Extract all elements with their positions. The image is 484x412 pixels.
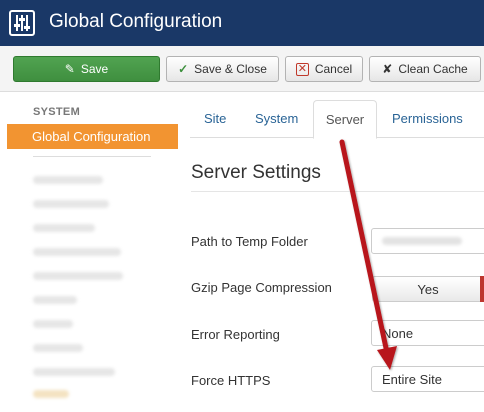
sidebar-divider [33, 156, 151, 157]
sidebar-item-blurred[interactable] [33, 320, 73, 328]
temp-folder-input[interactable] [371, 228, 484, 254]
gzip-yes-toggle[interactable]: Yes [372, 276, 484, 302]
save-close-label: Save & Close [194, 62, 267, 76]
save-label: Save [80, 62, 109, 76]
sidebar-item-blurred[interactable] [33, 248, 121, 256]
save-close-button[interactable]: ✓ Save & Close [166, 56, 279, 82]
error-reporting-label: Error Reporting [191, 327, 280, 342]
sidebar-item-blurred[interactable] [33, 368, 115, 376]
check-icon: ✓ [178, 62, 189, 76]
gzip-label: Gzip Page Compression [191, 280, 332, 295]
clean-cache-label: Clean Cache [398, 62, 468, 76]
sidebar-item-blurred[interactable] [33, 344, 83, 352]
tab-server[interactable]: Server [313, 100, 377, 139]
page-title: Global Configuration [49, 11, 223, 32]
sidebar: SYSTEM Global Configuration [0, 92, 180, 412]
save-button[interactable]: ✎ Save [13, 56, 160, 82]
sidebar-item-blurred[interactable] [33, 296, 77, 304]
section-divider [191, 191, 484, 192]
sidebar-item-blurred[interactable] [33, 176, 103, 184]
force-https-label: Force HTTPS [191, 373, 271, 388]
sidebar-item-blurred[interactable] [33, 200, 109, 208]
gzip-no-toggle-edge[interactable] [480, 276, 484, 302]
sidebar-heading: SYSTEM [33, 106, 81, 118]
broom-icon: ✘ [382, 62, 393, 76]
error-reporting-select[interactable]: None [371, 320, 484, 346]
sidebar-item-blurred[interactable] [33, 272, 123, 280]
app-header: Global Configuration [0, 0, 484, 46]
cancel-button[interactable]: ✕ Cancel [285, 56, 363, 82]
tab-system[interactable]: System [255, 100, 298, 138]
temp-folder-label: Path to Temp Folder [191, 234, 308, 249]
tab-bar: Site System Server Permissions [190, 100, 484, 139]
section-title: Server Settings [191, 162, 321, 183]
clean-cache-button[interactable]: ✘ Clean Cache [369, 56, 481, 82]
force-https-select[interactable]: Entire Site [371, 366, 484, 392]
sidebar-item-blurred[interactable] [33, 390, 69, 398]
tab-site[interactable]: Site [204, 100, 226, 138]
sidebar-item-blurred[interactable] [33, 224, 95, 232]
sidebar-item-global-configuration[interactable]: Global Configuration [7, 124, 178, 149]
cancel-label: Cancel [314, 62, 353, 76]
sliders-icon [9, 10, 35, 36]
tab-permissions[interactable]: Permissions [392, 100, 463, 138]
edit-icon: ✎ [64, 62, 75, 76]
toolbar: ✎ Save ✓ Save & Close ✕ Cancel ✘ Clean C… [0, 46, 484, 92]
cancel-icon: ✕ [295, 62, 309, 76]
